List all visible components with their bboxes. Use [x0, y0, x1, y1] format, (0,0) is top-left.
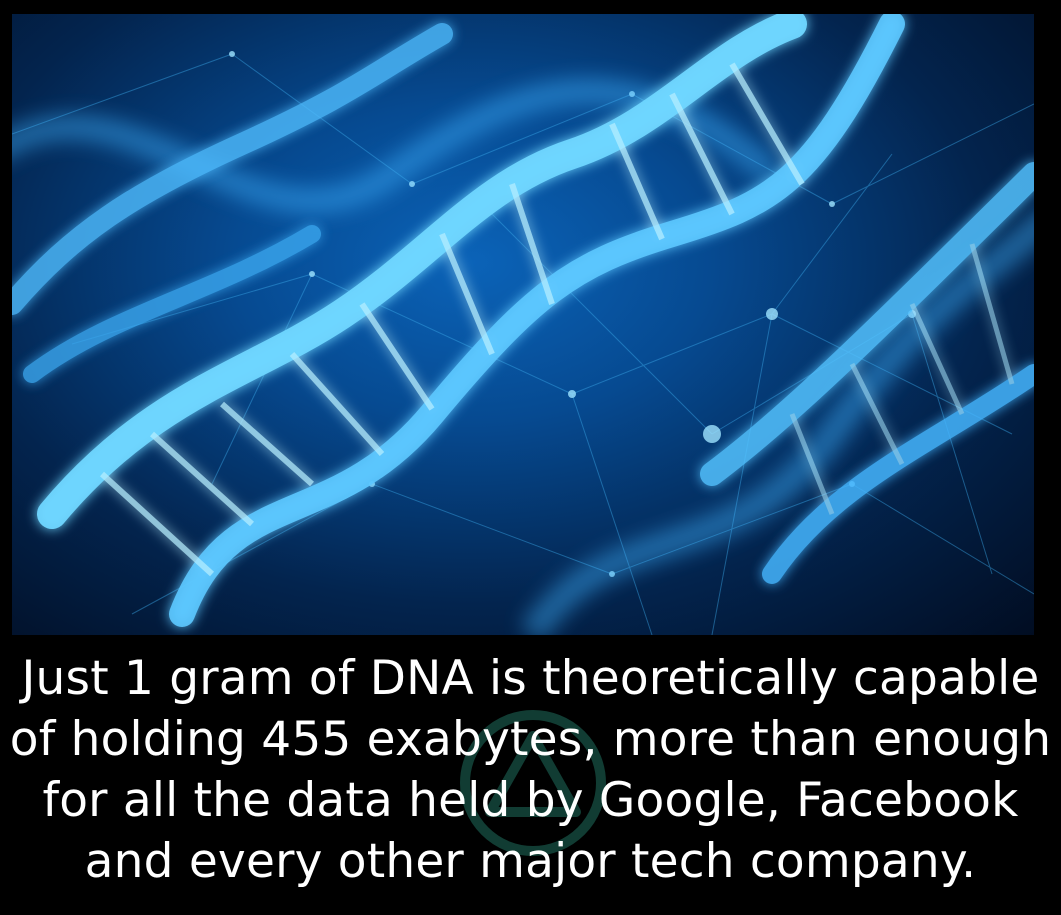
- caption-line-1: Just 1 gram of DNA is theoretically capa…: [21, 651, 1040, 706]
- dna-photo: [12, 14, 1034, 635]
- dna-helix-illustration: [12, 14, 1034, 635]
- caption-line-3: for all the data held by Google, Faceboo…: [42, 773, 1019, 828]
- caption: Just 1 gram of DNA is theoretically capa…: [0, 648, 1061, 910]
- caption-line-2: of holding 455 exabytes, more than enoug…: [9, 712, 1052, 767]
- caption-line-4: and every other major tech company.: [84, 834, 977, 889]
